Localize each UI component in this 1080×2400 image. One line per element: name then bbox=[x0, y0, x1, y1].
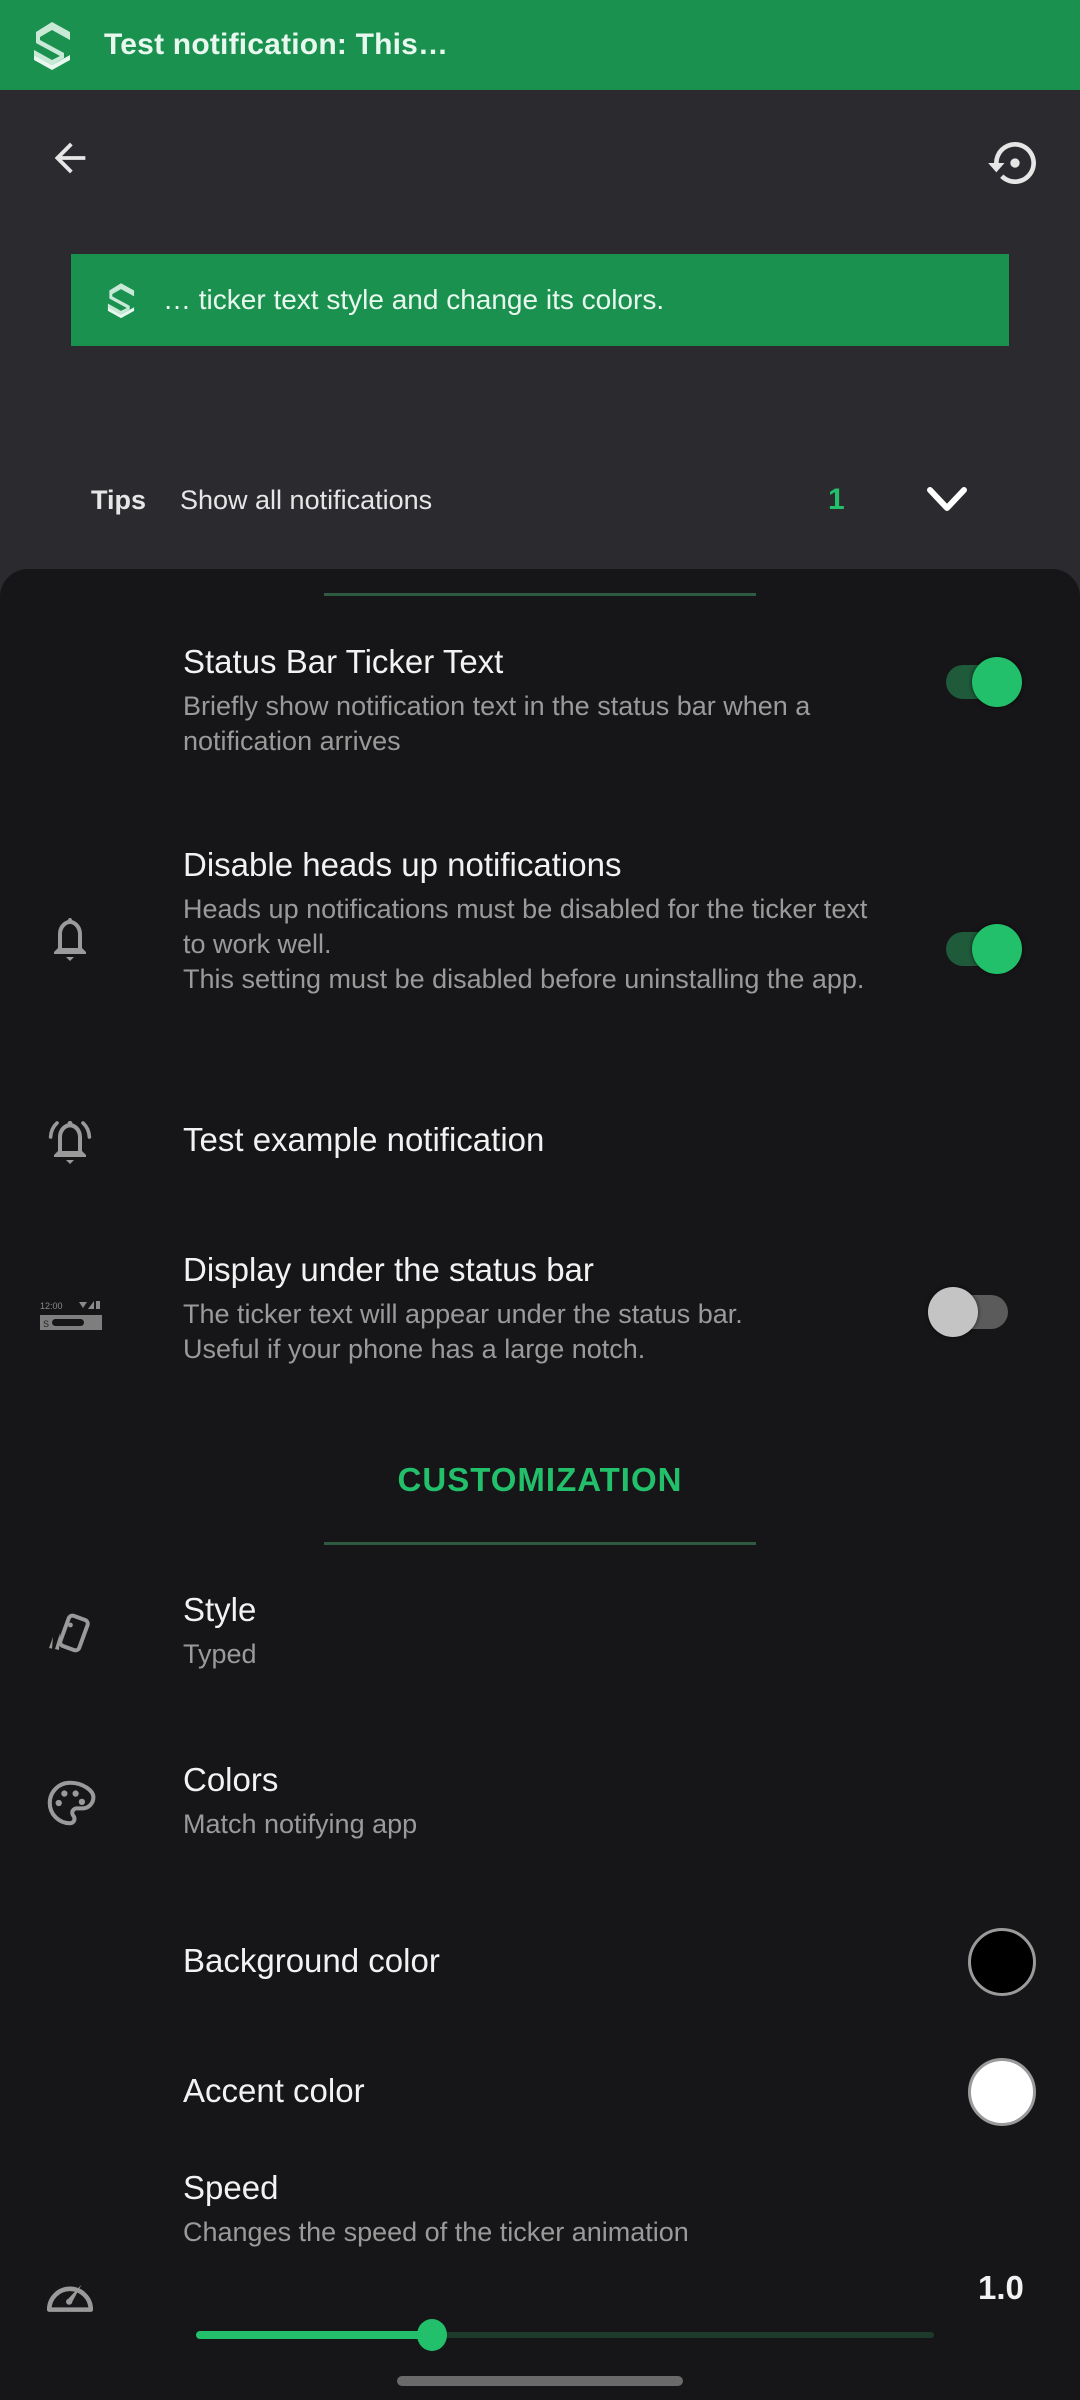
pref-accent-color[interactable]: Accent color bbox=[0, 2044, 1080, 2144]
pref-title: Accent color bbox=[183, 2072, 365, 2109]
disable-heads-up-switch[interactable] bbox=[932, 914, 1024, 974]
section-divider bbox=[324, 593, 756, 596]
pref-colors[interactable]: Colors Match notifying app bbox=[0, 1759, 1080, 1859]
bell-icon bbox=[40, 910, 100, 970]
pref-summary-line2: Useful if your phone has a large notch. bbox=[183, 1334, 646, 1364]
pref-title: Status Bar Ticker Text bbox=[183, 643, 504, 680]
background-color-swatch[interactable] bbox=[968, 1928, 1036, 1996]
display-under-status-bar-switch[interactable] bbox=[928, 1277, 1020, 1337]
accent-color-swatch[interactable] bbox=[968, 2058, 1036, 2126]
pref-disable-heads-up[interactable]: Disable heads up notifications Heads up … bbox=[0, 844, 1080, 1034]
section-divider bbox=[324, 1542, 756, 1545]
tips-label: Tips bbox=[91, 484, 147, 515]
pref-status-bar-ticker[interactable]: Status Bar Ticker Text Briefly show noti… bbox=[0, 639, 1080, 759]
status-bar-preview-time: 12:00 bbox=[40, 1301, 63, 1311]
pref-summary: Changes the speed of the ticker animatio… bbox=[183, 2217, 689, 2247]
section-title-customization: CUSTOMIZATION bbox=[397, 1461, 683, 1498]
cards-icon bbox=[40, 1607, 100, 1667]
palette-icon bbox=[40, 1773, 100, 1833]
pref-speed: Speed Changes the speed of the ticker an… bbox=[0, 2167, 1080, 2387]
ticker-notification-text: Test notification: This… bbox=[104, 28, 449, 61]
slider-fill bbox=[196, 2331, 433, 2339]
pref-value: Match notifying app bbox=[183, 1809, 418, 1839]
arrow-back-icon bbox=[54, 142, 86, 174]
bell-ringing-icon bbox=[40, 1111, 100, 1171]
ticker-notification-bar[interactable]: Test notification: This… bbox=[0, 0, 1080, 90]
speed-value-label: 1.0 bbox=[978, 2269, 1024, 2306]
app-logo-icon bbox=[107, 283, 135, 319]
preview-header: … ticker text style and change its color… bbox=[0, 90, 1080, 570]
back-button[interactable] bbox=[40, 128, 100, 188]
ticker-preview-text: … ticker text style and change its color… bbox=[163, 284, 665, 315]
pref-style[interactable]: Style Typed bbox=[0, 1589, 1080, 1689]
tips-text: Show all notifications bbox=[180, 484, 433, 515]
pref-title: Display under the status bar bbox=[183, 1251, 594, 1288]
pref-background-color[interactable]: Background color bbox=[0, 1914, 1080, 2014]
status-bar-preview-icon: 12:00 S bbox=[38, 1285, 104, 1345]
pref-title: Disable heads up notifications bbox=[183, 846, 622, 883]
speedometer-icon bbox=[40, 2263, 100, 2323]
restore-icon bbox=[988, 142, 1036, 184]
app-logo-icon bbox=[34, 22, 70, 70]
switch-thumb bbox=[972, 657, 1022, 707]
pref-test-notification[interactable]: Test example notification bbox=[0, 1099, 1080, 1189]
pref-title: Test example notification bbox=[183, 1121, 545, 1158]
tips-row[interactable]: Tips Show all notifications 1 bbox=[0, 470, 1080, 530]
pref-title: Colors bbox=[183, 1761, 279, 1798]
settings-sheet: Status Bar Ticker Text Briefly show noti… bbox=[0, 569, 1080, 2400]
pref-value: Typed bbox=[183, 1639, 257, 1669]
reset-button[interactable] bbox=[980, 128, 1050, 198]
status-bar-ticker-switch[interactable] bbox=[932, 647, 1024, 707]
slider-thumb[interactable] bbox=[417, 2319, 448, 2351]
tips-count: 1 bbox=[828, 483, 845, 516]
speed-slider[interactable] bbox=[196, 2315, 934, 2355]
pref-title: Background color bbox=[183, 1942, 440, 1979]
pref-summary-line2: This setting must be disabled before uni… bbox=[183, 964, 865, 994]
svg-text:S: S bbox=[43, 1319, 49, 1329]
pref-summary-line1: Heads up notifications must be disabled … bbox=[183, 894, 868, 959]
pref-summary: Briefly show notification text in the st… bbox=[183, 691, 811, 756]
pref-title: Style bbox=[183, 1591, 257, 1628]
ticker-preview-banner: … ticker text style and change its color… bbox=[71, 254, 1009, 346]
chevron-down-icon[interactable] bbox=[922, 480, 972, 520]
switch-thumb bbox=[972, 924, 1022, 974]
pref-title: Speed bbox=[183, 2169, 279, 2206]
pref-display-under-status-bar[interactable]: 12:00 S Display under the status bar The… bbox=[0, 1249, 1080, 1379]
switch-thumb bbox=[928, 1287, 978, 1337]
pref-summary-line1: The ticker text will appear under the st… bbox=[183, 1299, 743, 1329]
gesture-nav-handle[interactable] bbox=[397, 2376, 683, 2386]
